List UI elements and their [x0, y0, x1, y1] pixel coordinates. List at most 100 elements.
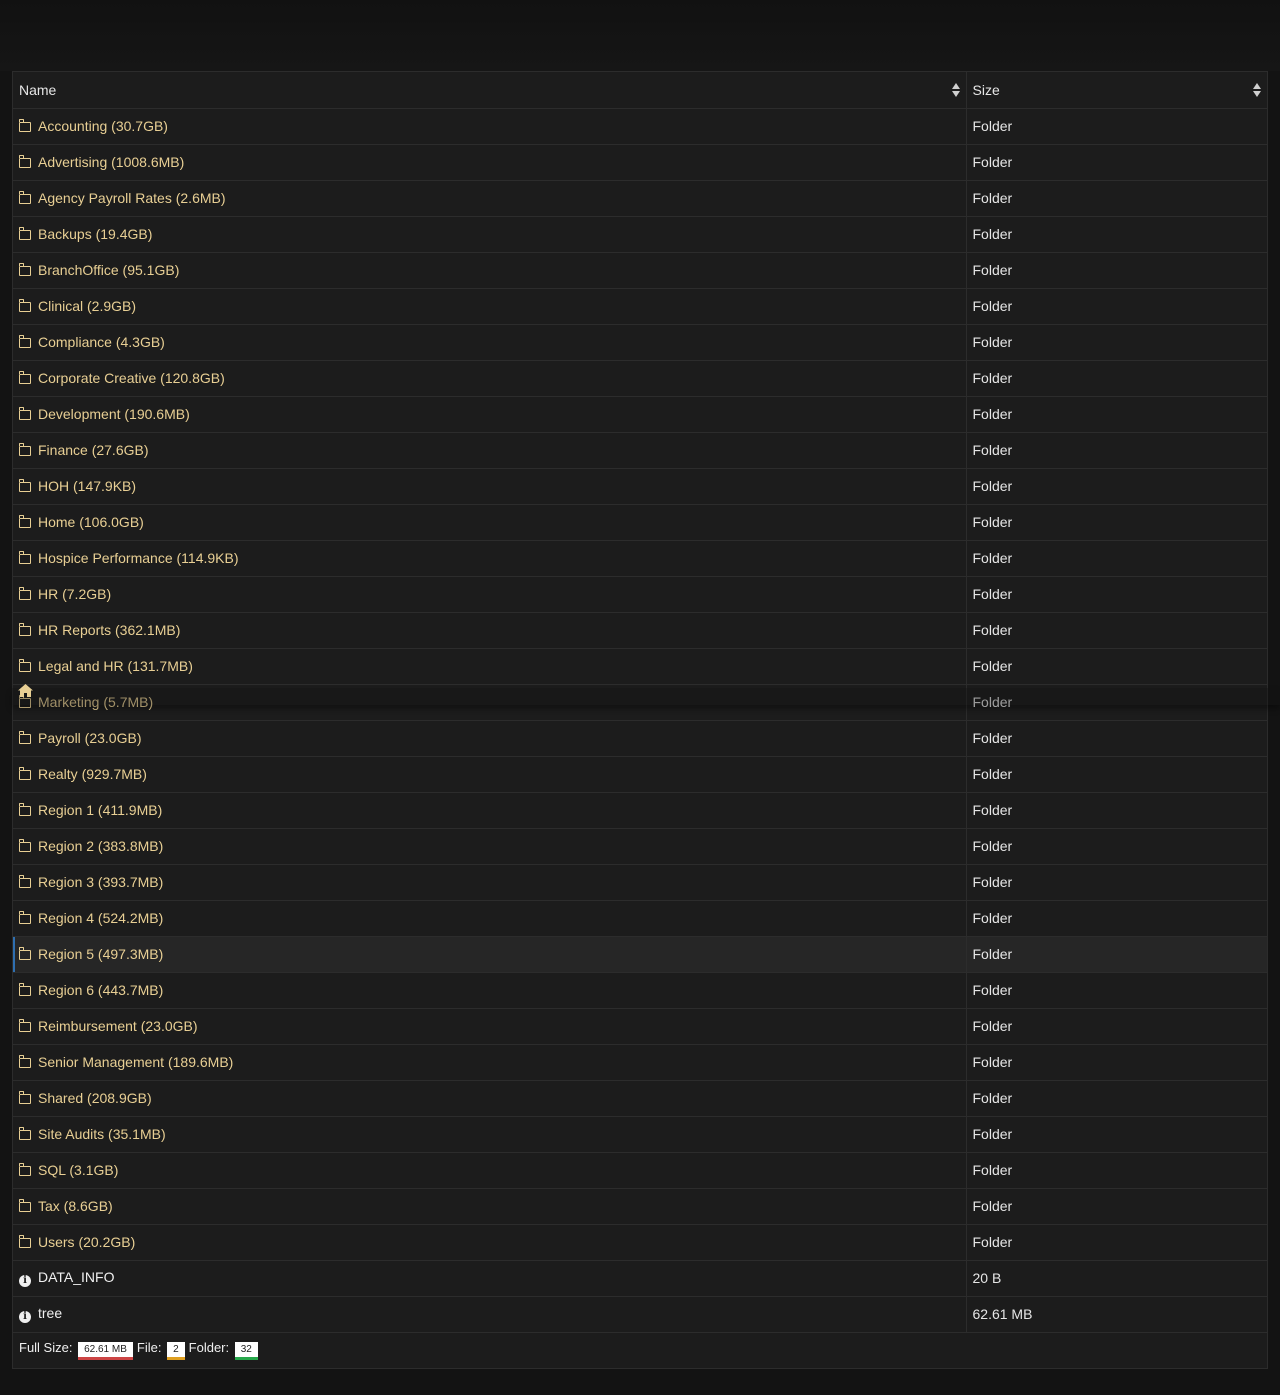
table-row[interactable]: Clinical (2.9GB) Folder — [13, 288, 1267, 325]
row-name-label[interactable]: Corporate Creative (120.8GB) — [38, 370, 225, 386]
table-row[interactable]: Users (20.2GB) Folder — [13, 1224, 1267, 1261]
row-name-label[interactable]: Realty (929.7MB) — [38, 766, 147, 782]
table-row[interactable]: HOH (147.9KB) Folder — [13, 468, 1267, 505]
row-name-cell[interactable]: Tax (8.6GB) — [13, 1188, 967, 1225]
row-name-label[interactable]: Site Audits (35.1MB) — [38, 1126, 166, 1142]
table-row[interactable]: Region 1 (411.9MB) Folder — [13, 792, 1267, 829]
row-name-cell[interactable]: Finance (27.6GB) — [13, 432, 967, 469]
column-header-size[interactable]: Size — [966, 72, 1267, 109]
row-name-cell[interactable]: Region 2 (383.8MB) — [13, 828, 967, 865]
row-name-label[interactable]: Region 3 (393.7MB) — [38, 874, 163, 890]
row-name-label[interactable]: Reimbursement (23.0GB) — [38, 1018, 198, 1034]
table-row[interactable]: Agency Payroll Rates (2.6MB) Folder — [13, 180, 1267, 217]
row-name-cell[interactable]: Clinical (2.9GB) — [13, 288, 967, 325]
row-name-label[interactable]: Backups (19.4GB) — [38, 226, 152, 242]
table-row[interactable]: Finance (27.6GB) Folder — [13, 432, 1267, 469]
row-name-label[interactable]: HOH (147.9KB) — [38, 478, 136, 494]
row-name-label[interactable]: Region 2 (383.8MB) — [38, 838, 163, 854]
table-row[interactable]: Compliance (4.3GB) Folder — [13, 324, 1267, 361]
table-row[interactable]: i tree 62.61 MB — [13, 1296, 1267, 1333]
row-name-cell[interactable]: Shared (208.9GB) — [13, 1080, 967, 1117]
row-name-label[interactable]: Region 5 (497.3MB) — [38, 946, 163, 962]
table-row[interactable]: Realty (929.7MB) Folder — [13, 756, 1267, 793]
row-name-label[interactable]: Region 6 (443.7MB) — [38, 982, 163, 998]
table-row[interactable]: Development (190.6MB) Folder — [13, 396, 1267, 433]
table-row[interactable]: Region 6 (443.7MB) Folder — [13, 972, 1267, 1009]
table-row[interactable]: BranchOffice (95.1GB) Folder — [13, 252, 1267, 289]
table-row[interactable]: Senior Management (189.6MB) Folder — [13, 1044, 1267, 1081]
row-name-label[interactable]: Compliance (4.3GB) — [38, 334, 165, 350]
row-name-cell[interactable]: i DATA_INFO — [13, 1260, 967, 1297]
row-name-cell[interactable]: Advertising (1008.6MB) — [13, 144, 967, 181]
row-name-label[interactable]: Tax (8.6GB) — [38, 1198, 113, 1214]
row-name-cell[interactable]: Backups (19.4GB) — [13, 216, 967, 253]
table-row[interactable]: SQL (3.1GB) Folder — [13, 1152, 1267, 1189]
table-row[interactable]: Backups (19.4GB) Folder — [13, 216, 1267, 253]
row-name-label[interactable]: Users (20.2GB) — [38, 1234, 135, 1250]
row-name-cell[interactable]: HOH (147.9KB) — [13, 468, 967, 505]
table-row[interactable]: Region 4 (524.2MB) Folder — [13, 900, 1267, 937]
row-name-cell[interactable]: Accounting (30.7GB) — [13, 108, 967, 145]
column-header-name[interactable]: Name — [13, 72, 967, 109]
row-name-cell[interactable]: Region 3 (393.7MB) — [13, 864, 967, 901]
row-name-cell[interactable]: HR (7.2GB) — [13, 576, 967, 613]
row-name-cell[interactable]: Region 5 (497.3MB) — [13, 936, 967, 973]
table-row[interactable]: Region 5 (497.3MB) Folder — [13, 936, 1267, 973]
table-row[interactable]: Reimbursement (23.0GB) Folder — [13, 1008, 1267, 1045]
table-row[interactable]: Legal and HR (131.7MB) Folder — [13, 648, 1267, 685]
table-row[interactable]: HR (7.2GB) Folder — [13, 576, 1267, 613]
row-name-cell[interactable]: Realty (929.7MB) — [13, 756, 967, 793]
row-name-cell[interactable]: Users (20.2GB) — [13, 1224, 967, 1261]
row-name-label[interactable]: Home (106.0GB) — [38, 514, 144, 530]
row-name-label[interactable]: HR Reports (362.1MB) — [38, 622, 180, 638]
row-name-cell[interactable]: Compliance (4.3GB) — [13, 324, 967, 361]
home-icon[interactable] — [17, 683, 34, 698]
row-name-cell[interactable]: Region 6 (443.7MB) — [13, 972, 967, 1009]
table-row[interactable]: Home (106.0GB) Folder — [13, 504, 1267, 541]
row-name-label[interactable]: Senior Management (189.6MB) — [38, 1054, 233, 1070]
sort-icon[interactable] — [1253, 83, 1261, 97]
row-name-cell[interactable]: Reimbursement (23.0GB) — [13, 1008, 967, 1045]
row-name-cell[interactable]: SQL (3.1GB) — [13, 1152, 967, 1189]
row-name-label[interactable]: Region 1 (411.9MB) — [38, 802, 162, 818]
row-name-label[interactable]: Region 4 (524.2MB) — [38, 910, 163, 926]
row-name-cell[interactable]: Legal and HR (131.7MB) — [13, 648, 967, 685]
row-name-cell[interactable]: i tree — [13, 1296, 967, 1333]
row-name-cell[interactable]: Region 1 (411.9MB) — [13, 792, 967, 829]
table-row[interactable]: Tax (8.6GB) Folder — [13, 1188, 1267, 1225]
row-name-label[interactable]: Marketing (5.7MB) — [38, 694, 153, 710]
row-name-label[interactable]: HR (7.2GB) — [38, 586, 111, 602]
table-row[interactable]: Accounting (30.7GB) Folder — [13, 108, 1267, 145]
row-name-label[interactable]: Payroll (23.0GB) — [38, 730, 141, 746]
row-name-cell[interactable]: Agency Payroll Rates (2.6MB) — [13, 180, 967, 217]
row-name-cell[interactable]: Payroll (23.0GB) — [13, 720, 967, 757]
table-row[interactable]: Marketing (5.7MB) Folder — [13, 684, 1267, 721]
table-row[interactable]: Hospice Performance (114.9KB) Folder — [13, 540, 1267, 577]
sort-icon[interactable] — [951, 83, 960, 97]
row-name-cell[interactable]: BranchOffice (95.1GB) — [13, 252, 967, 289]
row-name-label[interactable]: DATA_INFO — [38, 1269, 115, 1285]
row-name-label[interactable]: Agency Payroll Rates (2.6MB) — [38, 190, 226, 206]
row-name-label[interactable]: tree — [38, 1305, 62, 1321]
table-row[interactable]: Site Audits (35.1MB) Folder — [13, 1116, 1267, 1153]
row-name-cell[interactable]: Development (190.6MB) — [13, 396, 967, 433]
table-row[interactable]: i DATA_INFO 20 B — [13, 1260, 1267, 1297]
table-row[interactable]: Payroll (23.0GB) Folder — [13, 720, 1267, 757]
row-name-label[interactable]: Legal and HR (131.7MB) — [38, 658, 193, 674]
row-name-cell[interactable]: HR Reports (362.1MB) — [13, 612, 967, 649]
table-row[interactable]: Region 2 (383.8MB) Folder — [13, 828, 1267, 865]
table-row[interactable]: Shared (208.9GB) Folder — [13, 1080, 1267, 1117]
table-row[interactable]: HR Reports (362.1MB) Folder — [13, 612, 1267, 649]
row-name-label[interactable]: Accounting (30.7GB) — [38, 118, 168, 134]
row-name-label[interactable]: Clinical (2.9GB) — [38, 298, 136, 314]
row-name-cell[interactable]: Site Audits (35.1MB) — [13, 1116, 967, 1153]
row-name-label[interactable]: Development (190.6MB) — [38, 406, 190, 422]
table-row[interactable]: Corporate Creative (120.8GB) Folder — [13, 360, 1267, 397]
row-name-cell[interactable]: Senior Management (189.6MB) — [13, 1044, 967, 1081]
row-name-cell[interactable]: Region 4 (524.2MB) — [13, 900, 967, 937]
row-name-label[interactable]: Shared (208.9GB) — [38, 1090, 152, 1106]
row-name-label[interactable]: Hospice Performance (114.9KB) — [38, 550, 239, 566]
row-name-label[interactable]: BranchOffice (95.1GB) — [38, 262, 179, 278]
table-row[interactable]: Advertising (1008.6MB) Folder — [13, 144, 1267, 181]
row-name-label[interactable]: SQL (3.1GB) — [38, 1162, 118, 1178]
